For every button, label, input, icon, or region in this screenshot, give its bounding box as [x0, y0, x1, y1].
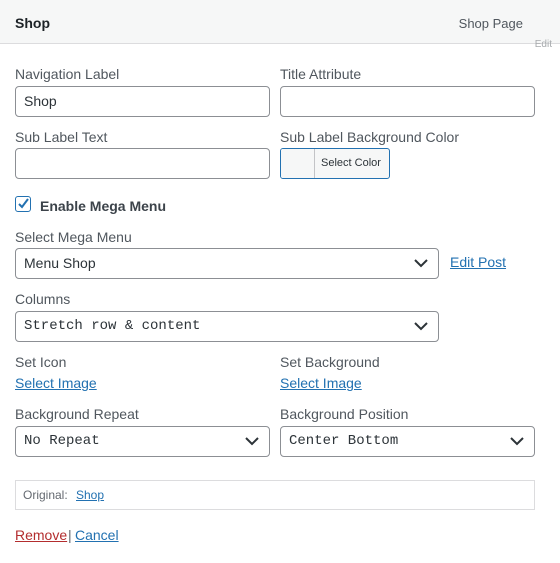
set-icon-label: Set Icon	[15, 354, 67, 370]
set-background-label: Set Background	[280, 354, 380, 370]
sub-label-bg-label: Sub Label Background Color	[280, 129, 460, 145]
background-repeat-value: No Repeat	[24, 433, 100, 449]
select-color-button[interactable]: Select Color	[280, 148, 390, 179]
sub-label-text-label: Sub Label Text	[15, 129, 108, 145]
edit-post-link[interactable]: Edit Post	[450, 254, 506, 270]
columns-label: Columns	[15, 291, 71, 307]
checkmark-icon	[18, 198, 29, 209]
navigation-label-input[interactable]: Shop	[15, 86, 270, 117]
action-separator: |	[68, 527, 72, 543]
columns-select[interactable]: Stretch row & content	[15, 311, 439, 342]
menu-item-header[interactable]: Shop Shop Page Edit	[0, 0, 560, 50]
chevron-down-icon	[414, 259, 428, 268]
color-swatch	[281, 149, 315, 178]
remove-link[interactable]: Remove	[15, 527, 67, 543]
enable-mega-menu-label[interactable]: Enable Mega Menu	[40, 198, 166, 214]
columns-select-value: Stretch row & content	[24, 318, 201, 334]
menu-item-title: Shop	[15, 15, 50, 31]
chevron-down-icon	[245, 437, 259, 446]
chevron-down-icon	[510, 437, 524, 446]
mega-menu-select-value: Menu Shop	[24, 255, 96, 271]
enable-mega-menu-checkbox[interactable]	[15, 196, 31, 212]
title-attribute-label: Title Attribute	[280, 66, 362, 82]
original-label: Original:	[23, 488, 68, 502]
mega-menu-select[interactable]: Menu Shop	[15, 248, 439, 279]
background-position-value: Center Bottom	[289, 433, 399, 449]
select-background-image-link[interactable]: Select Image	[280, 375, 362, 391]
background-repeat-select[interactable]: No Repeat	[15, 426, 270, 457]
original-link[interactable]: Shop	[76, 488, 104, 502]
edit-toggle[interactable]: Edit	[535, 39, 552, 50]
menu-item-type: Shop Page	[458, 16, 523, 31]
cancel-link[interactable]: Cancel	[75, 527, 119, 543]
background-position-label: Background Position	[280, 406, 409, 422]
background-repeat-label: Background Repeat	[15, 406, 139, 422]
navigation-label-label: Navigation Label	[15, 66, 120, 82]
title-attribute-input[interactable]	[280, 86, 535, 117]
select-color-label: Select Color	[321, 157, 381, 169]
select-icon-image-link[interactable]: Select Image	[15, 375, 97, 391]
select-mega-menu-label: Select Mega Menu	[15, 229, 132, 245]
original-box: Original: Shop	[15, 480, 535, 510]
sub-label-text-input[interactable]	[15, 148, 270, 179]
background-position-select[interactable]: Center Bottom	[280, 426, 535, 457]
chevron-down-icon	[414, 322, 428, 331]
